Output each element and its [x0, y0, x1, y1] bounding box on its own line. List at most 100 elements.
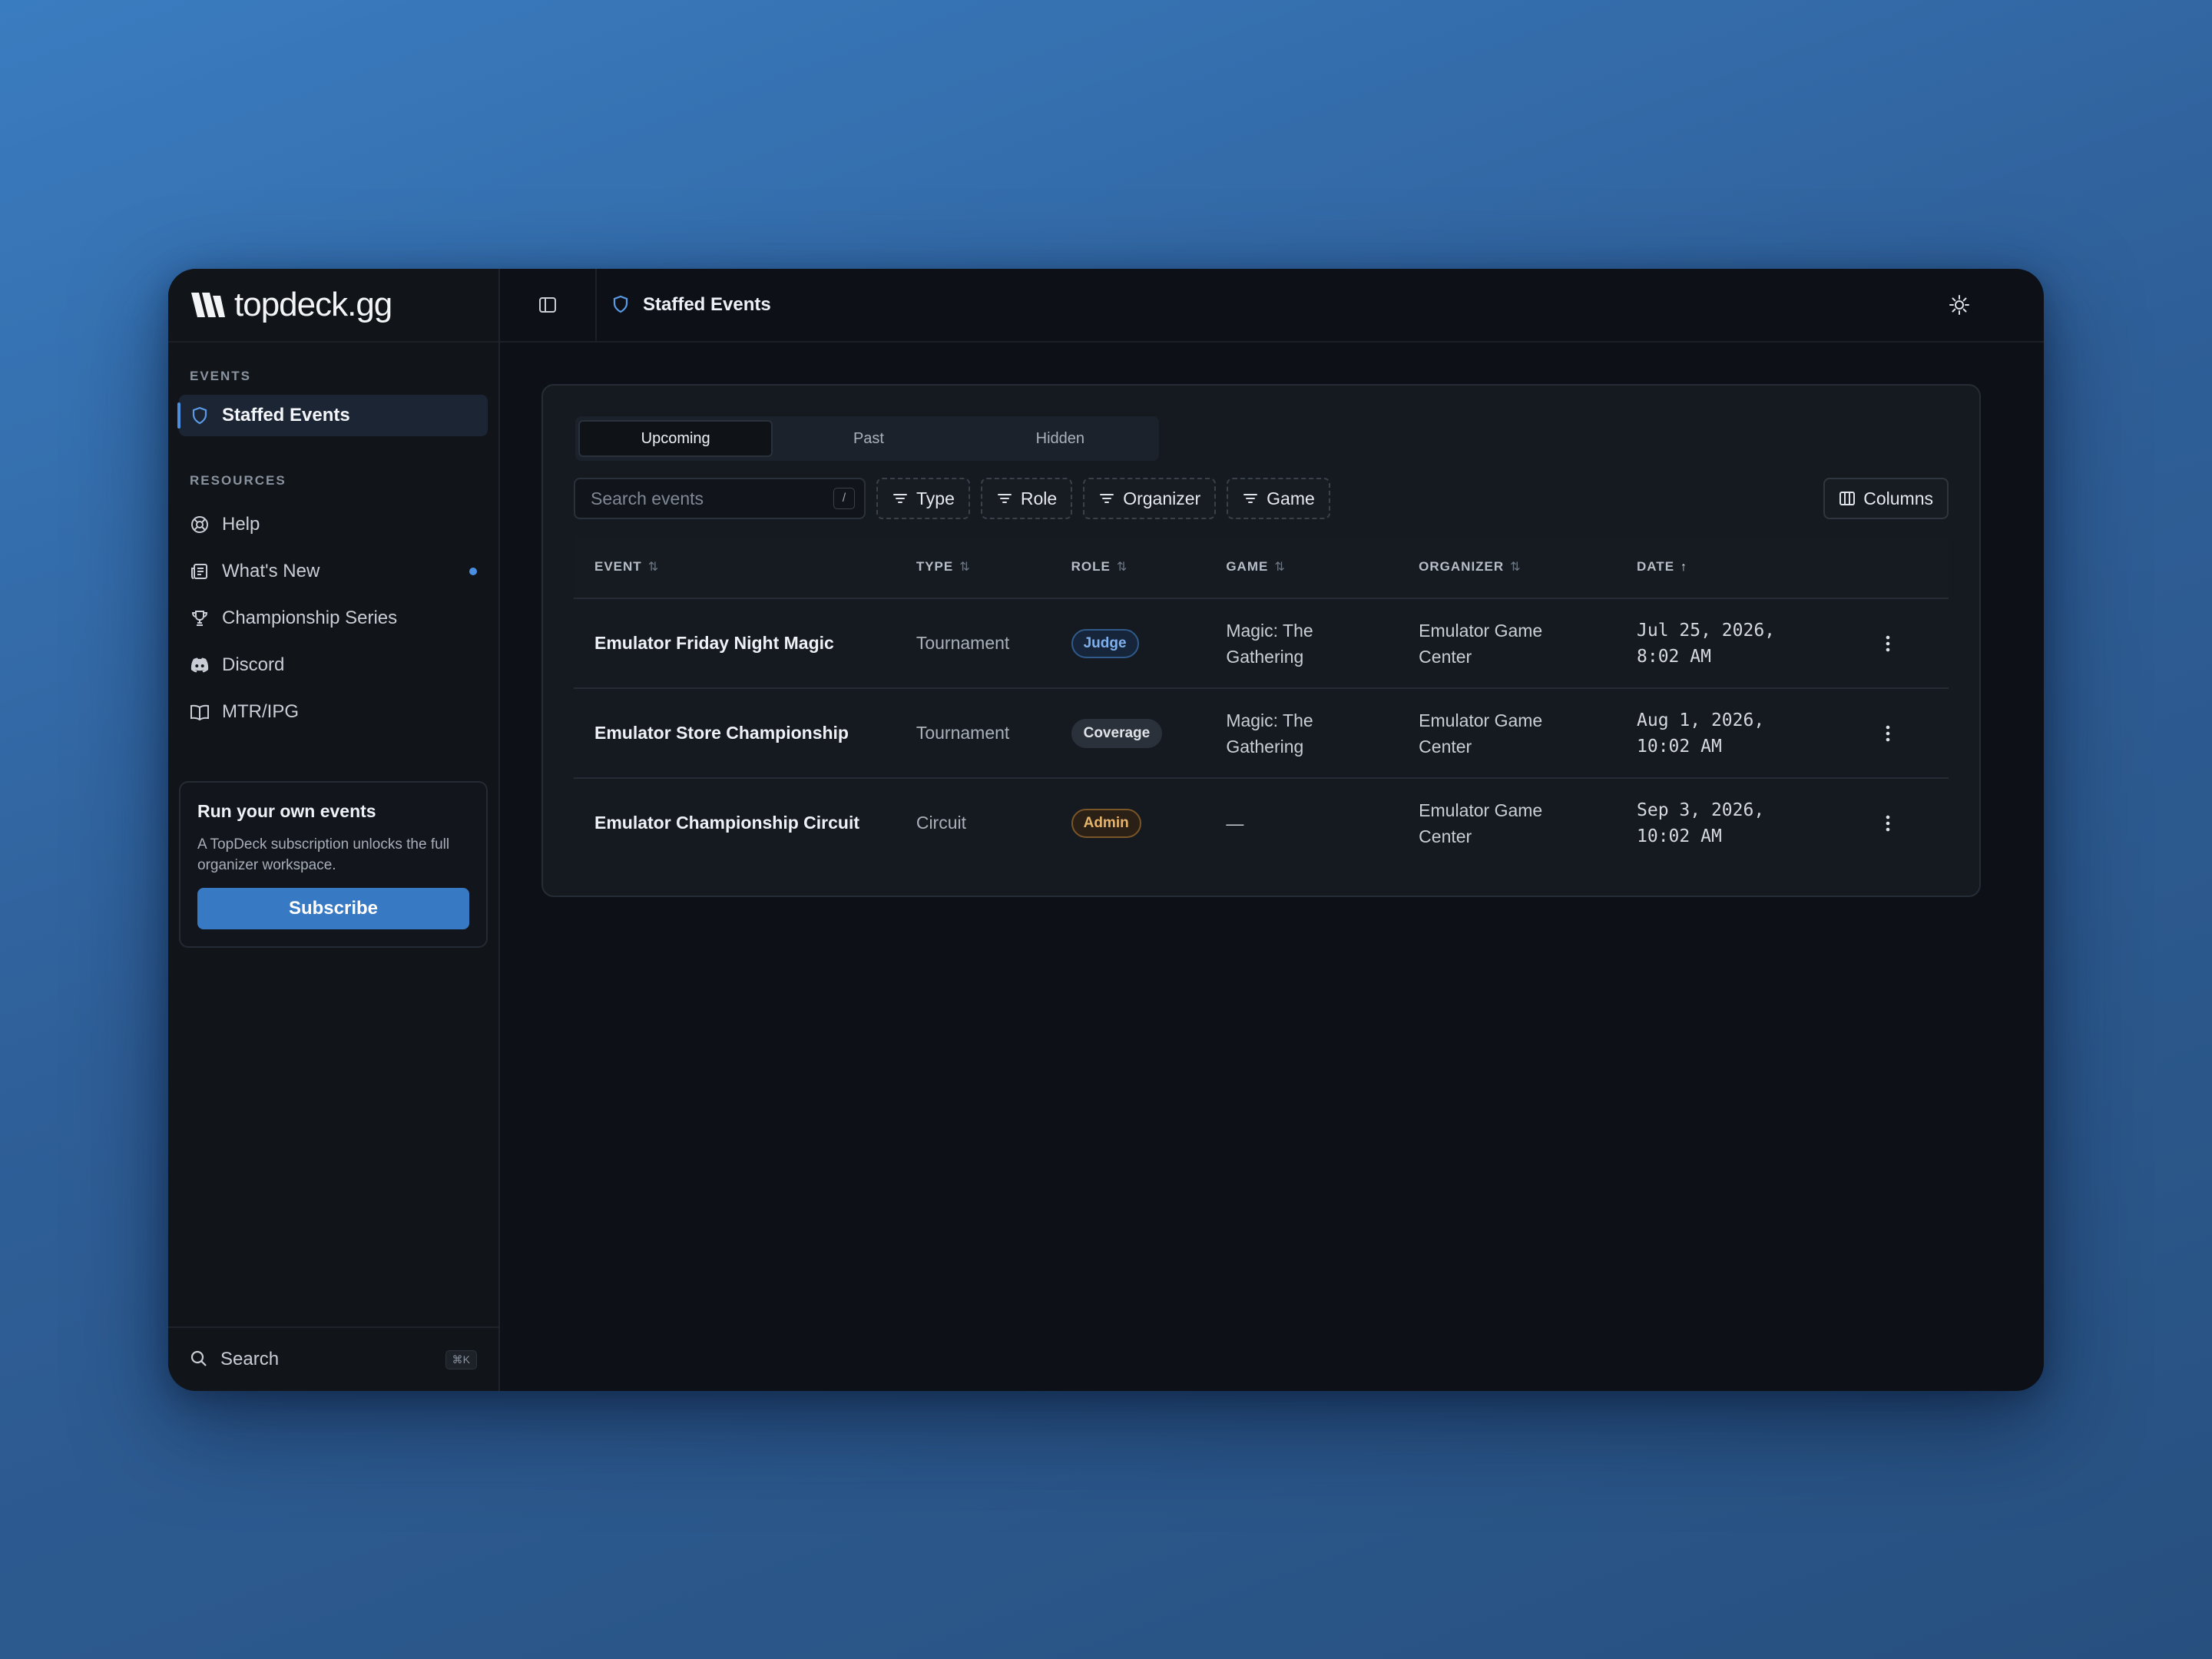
table-row[interactable]: Emulator Championship Circuit Circuit Ad… [574, 778, 1949, 867]
column-header-type[interactable]: TYPE ⇅ [916, 536, 1071, 599]
sort-icon: ⇅ [1274, 561, 1286, 574]
more-options-icon[interactable] [1873, 635, 1903, 652]
sidebar-item-staffed-events[interactable]: Staffed Events [177, 395, 488, 436]
sidebar: topdeck.gg EVENTS Staffed Events RESOURC… [168, 269, 500, 1391]
search-shortcut-key: / [833, 488, 855, 509]
sort-icon: ⇅ [1116, 561, 1128, 574]
column-header-event[interactable]: EVENT ⇅ [574, 536, 916, 599]
filter-icon [996, 490, 1013, 507]
table-toolbar: Search events / Type Role Organizer Game… [574, 476, 1949, 521]
filter-label: Organizer [1123, 488, 1201, 508]
tab-past[interactable]: Past [773, 420, 964, 457]
row-actions-cell [1840, 778, 1949, 867]
filter-label: Role [1020, 488, 1058, 508]
breadcrumb: Staffed Events [612, 294, 771, 316]
table-header-row: EVENT ⇅ TYPE ⇅ ROLE ⇅ GAME ⇅ ORGANIZER ⇅ DATE… [574, 536, 1949, 599]
filter-type-button[interactable]: Type [876, 478, 970, 519]
event-tabs: Upcoming Past Hidden [575, 416, 1159, 461]
filter-icon [1242, 490, 1259, 507]
top-bar: Staffed Events [500, 269, 2044, 343]
game-cell: Magic: The Gathering [1226, 688, 1419, 779]
sidebar-search-label: Search [220, 1349, 280, 1369]
role-badge: Coverage [1071, 718, 1163, 748]
sidebar-item-help[interactable]: Help [179, 501, 488, 548]
column-header-actions [1839, 536, 1949, 599]
column-header-date[interactable]: DATE ↑ [1637, 536, 1840, 599]
date-cell: Sep 3, 2026, 10:02 AM [1637, 800, 1765, 846]
row-actions-cell [1839, 598, 1949, 689]
trophy-icon [190, 608, 210, 628]
columns-icon [1839, 490, 1856, 507]
sidebar-item-label: Discord [222, 654, 285, 675]
columns-button[interactable]: Columns [1823, 478, 1949, 519]
more-options-icon[interactable] [1873, 725, 1903, 742]
tab-hidden[interactable]: Hidden [965, 420, 1156, 457]
subscribe-button[interactable]: Subscribe [197, 888, 469, 929]
event-type: Circuit [916, 813, 966, 833]
sort-icon: ⇅ [1510, 561, 1522, 574]
sidebar-item-whats-new[interactable]: What's New [179, 548, 488, 594]
sort-icon: ⇅ [959, 561, 971, 574]
sidebar-item-discord[interactable]: Discord [179, 641, 488, 688]
search-shortcut: ⌘K [445, 1349, 477, 1369]
more-options-icon[interactable] [1873, 815, 1903, 832]
role-badge: Admin [1071, 808, 1141, 838]
tab-upcoming[interactable]: Upcoming [578, 420, 773, 457]
organizer-cell: Emulator Game Center [1419, 598, 1637, 689]
filter-organizer-button[interactable]: Organizer [1083, 478, 1217, 519]
sidebar-item-label: Championship Series [222, 607, 398, 628]
events-card: Upcoming Past Hidden Search events / Typ… [541, 384, 1981, 897]
table-row[interactable]: Emulator Friday Night Magic Tournament J… [574, 598, 1949, 689]
date-cell: Aug 1, 2026, 10:02 AM [1637, 688, 1840, 779]
app-window: topdeck.gg EVENTS Staffed Events RESOURC… [168, 269, 2044, 1391]
filter-icon [892, 490, 909, 507]
shield-icon [612, 295, 632, 315]
sort-icon: ⇅ [647, 561, 660, 574]
book-icon [190, 702, 210, 722]
game-cell: Magic: The Gathering [1226, 598, 1419, 689]
brand[interactable]: topdeck.gg [168, 269, 498, 343]
sidebar-search[interactable]: Search ⌘K [168, 1326, 498, 1391]
filter-role-button[interactable]: Role [980, 478, 1073, 519]
columns-label: Columns [1863, 488, 1933, 508]
filter-label: Game [1267, 488, 1315, 508]
game-cell: — [1226, 813, 1244, 833]
filter-game-button[interactable]: Game [1227, 478, 1330, 519]
sidebar-item-championship-series[interactable]: Championship Series [179, 594, 488, 641]
filter-icon [1098, 490, 1115, 507]
discord-icon [190, 655, 210, 675]
sidebar-toggle-button[interactable] [500, 269, 597, 341]
shield-icon [190, 406, 210, 426]
subscription-promo: Run your own events A TopDeck subscripti… [179, 781, 488, 948]
unread-dot [469, 567, 477, 575]
theme-toggle-button[interactable] [1949, 294, 1970, 316]
search-events-input[interactable]: Search events / [574, 478, 866, 519]
date-cell: Jul 25, 2026, 8:02 AM [1637, 598, 1840, 689]
column-header-game[interactable]: GAME ⇅ [1226, 536, 1419, 599]
column-header-role[interactable]: ROLE ⇅ [1071, 536, 1227, 599]
event-name[interactable]: Emulator Store Championship [574, 688, 916, 779]
organizer-cell: Emulator Game Center [1419, 800, 1543, 846]
role-cell: Admin [1071, 778, 1227, 867]
organizer-cell: Emulator Game Center [1419, 688, 1637, 779]
event-name[interactable]: Emulator Friday Night Magic [574, 598, 916, 689]
sidebar-item-mtr-ipg[interactable]: MTR/IPG [179, 688, 488, 735]
event-type: Tournament [916, 688, 1071, 779]
topdeck-logo-icon [191, 293, 225, 317]
lifebuoy-icon [190, 515, 210, 535]
table-row[interactable]: Emulator Store Championship Tournament C… [574, 688, 1949, 779]
event-name[interactable]: Emulator Championship Circuit [574, 778, 916, 867]
sun-icon [1949, 295, 1969, 315]
events-section-title: EVENTS [190, 369, 252, 383]
search-placeholder: Search events [591, 488, 704, 508]
main-content: Staffed Events Upcoming Past Hidden Sear… [500, 269, 2044, 1391]
promo-title: Run your own events [197, 801, 376, 821]
sidebar-item-label: What's New [222, 560, 320, 581]
page-title: Staffed Events [643, 294, 771, 315]
role-badge: Judge [1071, 628, 1139, 658]
resources-section-title: RESOURCES [190, 473, 286, 488]
sidebar-item-label: Help [222, 513, 260, 535]
search-icon [190, 1349, 210, 1369]
event-type: Tournament [916, 598, 1071, 689]
column-header-organizer[interactable]: ORGANIZER ⇅ [1419, 536, 1637, 599]
